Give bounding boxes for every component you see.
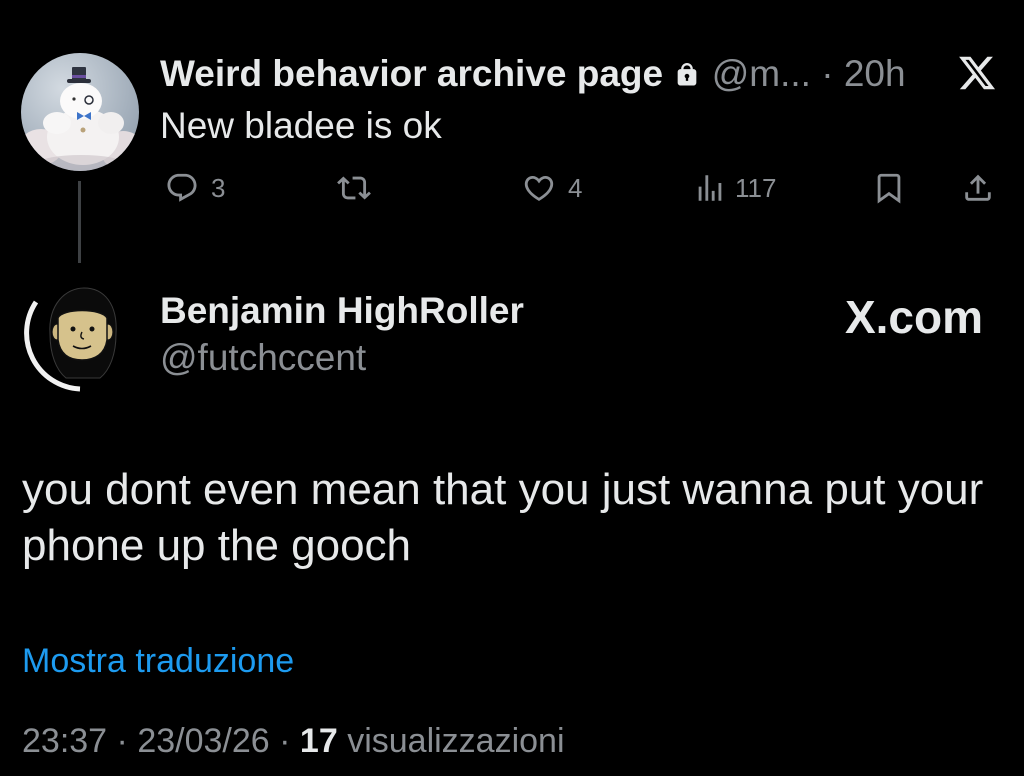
reply-handle[interactable]: @futchccent [160,336,366,380]
meta-separator: · [279,722,291,760]
reply-icon [167,173,197,202]
meta-separator: · [116,722,128,760]
reply-display-name[interactable]: Benjamin HighRoller [160,289,524,333]
lock-icon [673,61,701,89]
post-date[interactable]: 23/03/26 [137,722,269,760]
share-button[interactable] [961,171,995,205]
views-count-parent: 117 [735,173,777,203]
parent-tweet-text: New bladee is ok [160,105,442,146]
parent-display-name[interactable]: Weird behavior archive page [160,53,663,94]
views-button[interactable]: 117 [693,171,776,205]
post-time[interactable]: 23:37 [22,722,107,760]
views-icon [698,175,722,201]
tweet-meta-footer: 23:37 · 23/03/26 · 17 visualizzazioni [22,721,565,761]
snowman-avatar-image [21,53,139,171]
share-icon [965,174,991,201]
views-count: 17 [299,722,338,760]
x-logo-icon [956,53,998,93]
reply-tweet-text: you dont even mean that you just wanna p… [22,465,984,570]
parent-header: Weird behavior archive page @m... · 20h [160,52,906,96]
header-separator: · [821,53,834,94]
parent-timestamp[interactable]: 20h [844,53,906,94]
repost-button[interactable] [337,171,371,205]
parent-handle[interactable]: @m... [712,53,811,94]
views-label: visualizzazioni [347,722,565,760]
repost-icon [337,176,371,200]
reply-button[interactable]: 3 [165,171,225,205]
reply-avatar[interactable] [22,274,140,392]
like-icon [524,175,554,201]
site-watermark: X.com [844,291,983,343]
translate-link[interactable]: Mostra traduzione [22,641,294,681]
bookmark-icon [877,173,901,204]
like-count: 4 [568,173,583,203]
tweet-screenshot: Weird behavior archive page @m... · 20h … [0,0,1024,776]
thread-line [78,181,81,263]
cartoon-face-avatar-image [22,274,140,392]
bookmark-button[interactable] [872,171,906,205]
like-button[interactable]: 4 [522,171,582,205]
reply-count: 3 [211,173,226,203]
parent-avatar[interactable] [21,53,139,171]
